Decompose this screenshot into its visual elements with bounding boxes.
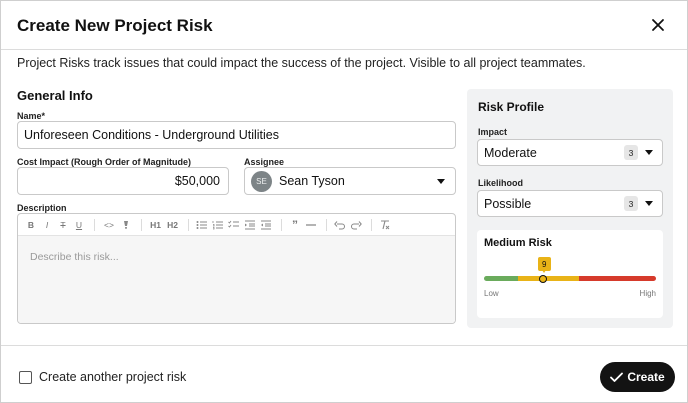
check-icon [610, 372, 624, 382]
italic-icon[interactable]: I [40, 220, 54, 230]
cost-impact-input[interactable]: $50,000 [17, 167, 229, 195]
modal-header: Create New Project Risk [1, 1, 687, 50]
create-risk-modal: Create New Project Risk Project Risks tr… [0, 0, 688, 403]
close-icon[interactable] [649, 16, 667, 34]
editor-toolbar: B I T U <> H1 H2 ” [18, 214, 455, 236]
clear-format-icon[interactable] [378, 219, 392, 230]
toolbar-divider [371, 218, 372, 231]
name-value: Unforeseen Conditions - Underground Util… [24, 128, 279, 142]
quote-icon[interactable]: ” [288, 218, 302, 232]
toolbar-divider [141, 218, 142, 231]
likelihood-score-badge: 3 [624, 196, 638, 211]
chevron-down-icon [437, 179, 445, 184]
risk-scale-high-label: High [639, 289, 656, 298]
heading1-icon[interactable]: H1 [148, 220, 163, 230]
checklist-icon[interactable] [227, 220, 241, 230]
numbered-list-icon[interactable] [211, 220, 225, 230]
description-placeholder: Describe this risk... [30, 251, 119, 263]
impact-select[interactable]: Moderate 3 [477, 139, 663, 166]
risk-score-marker [538, 274, 547, 283]
impact-value: Moderate [484, 145, 537, 160]
likelihood-select[interactable]: Possible 3 [477, 190, 663, 217]
risk-scale-low-label: Low [484, 289, 499, 298]
create-another-checkbox[interactable] [19, 371, 32, 384]
highlight-icon[interactable] [119, 220, 133, 230]
create-button[interactable]: Create [600, 362, 675, 392]
likelihood-label: Likelihood [478, 178, 523, 188]
toolbar-divider [94, 218, 95, 231]
cost-impact-value: $50,000 [174, 174, 220, 188]
create-another-label[interactable]: Create another project risk [39, 370, 186, 384]
strikethrough-icon[interactable]: T [56, 220, 70, 230]
heading2-icon[interactable]: H2 [165, 220, 180, 230]
underline-icon[interactable]: U [72, 220, 86, 230]
chevron-down-icon [645, 150, 653, 155]
outdent-icon[interactable] [259, 220, 273, 230]
risk-scale-medium-segment [518, 276, 579, 281]
risk-scale-high-segment [578, 276, 656, 281]
general-info-title: General Info [17, 88, 93, 103]
risk-profile-panel: Risk Profile Impact Moderate 3 Likelihoo… [467, 89, 673, 328]
modal-footer: Create another project risk Create [1, 345, 687, 403]
toolbar-divider [281, 218, 282, 231]
redo-icon[interactable] [349, 220, 363, 230]
undo-icon[interactable] [333, 220, 347, 230]
modal-intro: Project Risks track issues that could im… [17, 56, 586, 70]
risk-level-card: Medium Risk 9 Low High [477, 230, 663, 318]
risk-scale-bar [484, 276, 656, 281]
code-icon[interactable]: <> [101, 220, 117, 230]
name-input[interactable]: Unforeseen Conditions - Underground Util… [17, 121, 456, 149]
horizontal-rule-icon[interactable] [304, 220, 318, 230]
modal-title: Create New Project Risk [17, 16, 213, 35]
risk-score-bubble: 9 [537, 257, 551, 273]
toolbar-divider [326, 218, 327, 231]
bullet-list-icon[interactable] [195, 220, 209, 230]
assignee-name: Sean Tyson [279, 174, 345, 188]
bold-icon[interactable]: B [24, 220, 38, 230]
description-label: Description [17, 203, 67, 213]
avatar: SE [251, 170, 272, 192]
assignee-select[interactable]: SE Sean Tyson [244, 167, 456, 195]
create-button-label: Create [627, 370, 665, 384]
impact-label: Impact [478, 127, 508, 137]
risk-level-title: Medium Risk [484, 237, 552, 249]
chevron-down-icon [645, 201, 653, 206]
toolbar-divider [188, 218, 189, 231]
indent-icon[interactable] [243, 220, 257, 230]
likelihood-value: Possible [484, 196, 532, 211]
assignee-label: Assignee [244, 157, 285, 167]
cost-impact-label: Cost Impact (Rough Order of Magnitude) [17, 157, 191, 167]
description-editor[interactable]: B I T U <> H1 H2 ” Describe this risk... [17, 213, 456, 324]
name-label: Name* [17, 111, 46, 121]
risk-scale-low-segment [484, 276, 519, 281]
risk-profile-title: Risk Profile [478, 100, 545, 114]
impact-score-badge: 3 [624, 145, 638, 160]
description-textarea[interactable]: Describe this risk... [18, 236, 455, 323]
